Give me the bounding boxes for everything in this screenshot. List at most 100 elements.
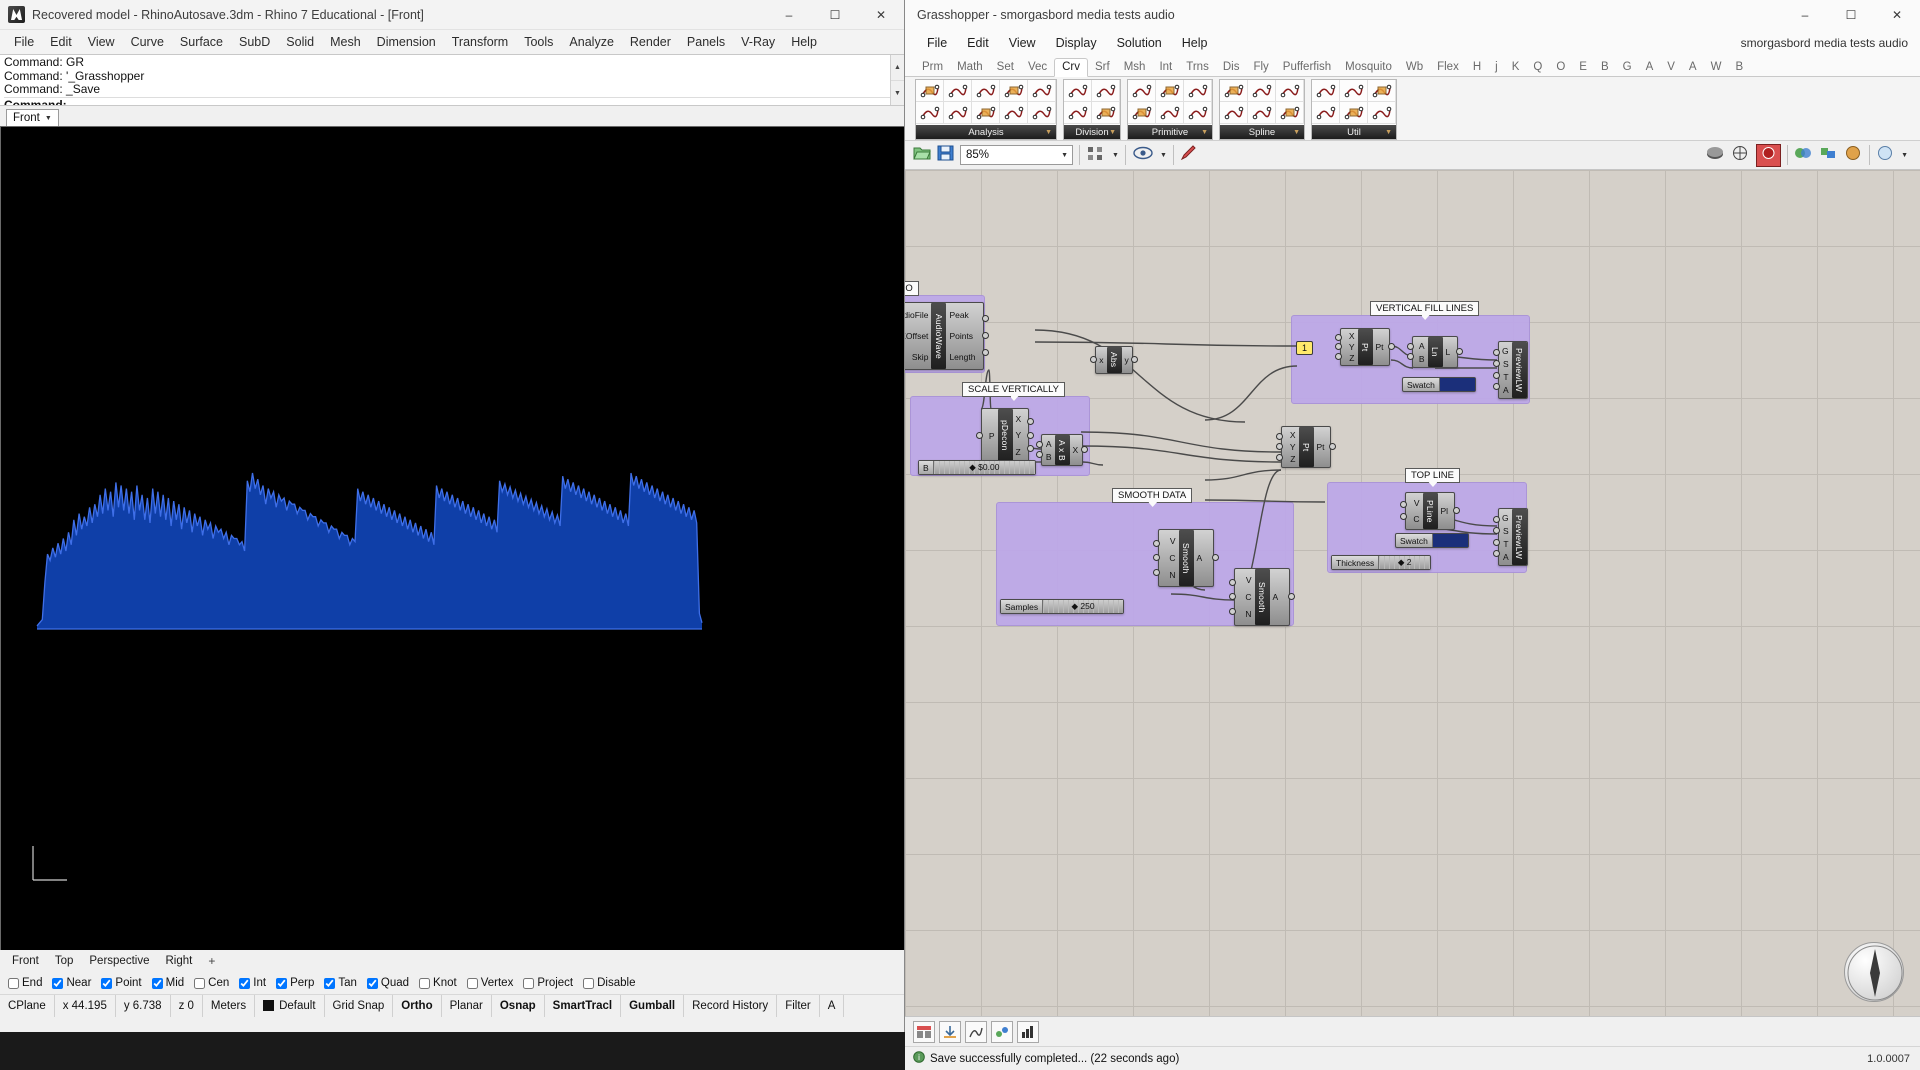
slider-track[interactable]: ◆ $0.00: [934, 461, 1035, 474]
component-button-icon[interactable]: [1128, 80, 1156, 102]
status-grid-snap[interactable]: Grid Snap: [325, 995, 394, 1017]
output-port[interactable]: [1329, 443, 1336, 450]
material-sphere-icon[interactable]: [1844, 145, 1863, 166]
rhino-menu-file[interactable]: File: [6, 33, 42, 51]
integer-parameter[interactable]: 1: [1296, 341, 1313, 355]
component-pline[interactable]: VCPLinePl: [1405, 492, 1455, 530]
colour-swatch-component[interactable]: Swatch: [1395, 533, 1469, 548]
rhino-menu-surface[interactable]: Surface: [172, 33, 231, 51]
gh-tab-j-16[interactable]: j: [1488, 59, 1505, 76]
colour-swatch-component[interactable]: Swatch: [1402, 377, 1476, 392]
status-layer[interactable]: Default: [255, 995, 324, 1017]
osnap-perp[interactable]: Perp: [276, 977, 314, 989]
osnap-vertex-checkbox[interactable]: [467, 978, 478, 989]
gh-tab-wb-13[interactable]: Wb: [1399, 59, 1430, 76]
rhino-minimize-button[interactable]: –: [766, 0, 812, 30]
zoom-level-select[interactable]: 85% ▼: [960, 145, 1073, 165]
gh-tab-trns-8[interactable]: Trns: [1179, 59, 1216, 76]
colour-mode-icon[interactable]: [1794, 145, 1813, 166]
osnap-end-checkbox[interactable]: [8, 978, 19, 989]
gh-tab-set-2[interactable]: Set: [990, 59, 1021, 76]
gh-menu-solution[interactable]: Solution: [1107, 33, 1172, 53]
widgets-icon[interactable]: [1086, 144, 1106, 167]
component-button-icon[interactable]: [972, 80, 1000, 102]
osnap-int-checkbox[interactable]: [239, 978, 250, 989]
viewport-tab-front[interactable]: Front: [4, 953, 47, 969]
gh-canvas[interactable]: IMPORT AUDIOSCALE VERTICALLYSMOOTH DATAV…: [905, 170, 1920, 1016]
component-pt-mid[interactable]: XYZPtPt: [1281, 426, 1331, 468]
gh-tab-srf-5[interactable]: Srf: [1088, 59, 1117, 76]
osnap-mid-checkbox[interactable]: [152, 978, 163, 989]
group-label[interactable]: TOP LINE: [1405, 468, 1460, 483]
gh-menu-display[interactable]: Display: [1046, 33, 1107, 53]
gh-tab-b-21[interactable]: B: [1594, 59, 1616, 76]
gh-tab-flex-14[interactable]: Flex: [1430, 59, 1466, 76]
shaded-preview-icon[interactable]: [1706, 145, 1725, 166]
component-button-icon[interactable]: [1028, 80, 1056, 102]
input-port[interactable]: [1090, 356, 1097, 363]
gh-tab-dis-9[interactable]: Dis: [1216, 59, 1247, 76]
rhino-menu-solid[interactable]: Solid: [278, 33, 322, 51]
preview-mesh-icon[interactable]: [1819, 145, 1838, 166]
open-file-icon[interactable]: [913, 145, 931, 166]
output-port[interactable]: [982, 332, 989, 339]
expand-arrow-icon[interactable]: ▼: [1201, 129, 1208, 136]
output-port[interactable]: [1388, 343, 1395, 350]
component-button-icon[interactable]: [944, 102, 972, 124]
status-ortho[interactable]: Ortho: [393, 995, 441, 1017]
component-a-x-b[interactable]: ABA x BX: [1041, 434, 1083, 466]
command-prompt[interactable]: Command:: [4, 97, 900, 107]
osnap-disable-checkbox[interactable]: [583, 978, 594, 989]
rhino-menu-subd[interactable]: SubD: [231, 33, 278, 51]
chevron-down-icon[interactable]: ▼: [45, 115, 52, 122]
component-ln[interactable]: ABLnL: [1412, 336, 1458, 368]
input-port[interactable]: [1493, 516, 1500, 523]
component-button-icon[interactable]: [1000, 80, 1028, 102]
rhino-viewport[interactable]: z x: [0, 126, 904, 950]
display-settings-icon[interactable]: [1876, 145, 1895, 166]
input-port[interactable]: [1229, 579, 1236, 586]
output-port[interactable]: [1027, 432, 1034, 439]
input-port[interactable]: [1335, 353, 1342, 360]
component-button-icon[interactable]: [1028, 102, 1056, 124]
component-button-icon[interactable]: [1064, 102, 1092, 124]
component-button-icon[interactable]: [1128, 102, 1156, 124]
gh-menu-file[interactable]: File: [917, 33, 957, 53]
gh-tab-mosquito-12[interactable]: Mosquito: [1338, 59, 1399, 76]
gh-menu-help[interactable]: Help: [1172, 33, 1218, 53]
osnap-mid[interactable]: Mid: [152, 977, 185, 989]
gh-close-button[interactable]: ✕: [1874, 0, 1920, 30]
input-port[interactable]: [1153, 554, 1160, 561]
component-button-icon[interactable]: [1340, 102, 1368, 124]
chevron-down-icon[interactable]: ▼: [1061, 152, 1068, 159]
component-button-icon[interactable]: [1184, 102, 1212, 124]
rhino-menu-help[interactable]: Help: [783, 33, 825, 51]
status-osnap[interactable]: Osnap: [492, 995, 545, 1017]
gh-tab-crv-4[interactable]: Crv: [1054, 58, 1088, 77]
wireframe-preview-icon[interactable]: [1731, 145, 1750, 166]
status-record-history[interactable]: Record History: [684, 995, 777, 1017]
input-port[interactable]: [1229, 593, 1236, 600]
gh-tab-fly-10[interactable]: Fly: [1246, 59, 1275, 76]
gh-minimize-button[interactable]: –: [1782, 0, 1828, 30]
rhino-menu-edit[interactable]: Edit: [42, 33, 80, 51]
slider-track[interactable]: ◆ 2: [1379, 556, 1430, 569]
input-port[interactable]: [976, 432, 983, 439]
gh-tab-a-25[interactable]: A: [1682, 59, 1704, 76]
osnap-quad-checkbox[interactable]: [367, 978, 378, 989]
osnap-vertex[interactable]: Vertex: [467, 977, 514, 989]
component-button-icon[interactable]: [1312, 102, 1340, 124]
status-cplane[interactable]: CPlane: [0, 995, 55, 1017]
component-button-icon[interactable]: [1156, 80, 1184, 102]
component-abs2[interactable]: xAbsy: [1095, 346, 1133, 374]
component-smooth-2[interactable]: VCNSmoothA: [1234, 568, 1290, 626]
input-port[interactable]: [1335, 334, 1342, 341]
canvas-compass-widget[interactable]: [1844, 942, 1904, 1002]
component-button-icon[interactable]: [916, 80, 944, 102]
component-audiowave[interactable]: AudioFileXOffsetSkipAudioWavePeakPointsL…: [905, 302, 984, 370]
osnap-perp-checkbox[interactable]: [276, 978, 287, 989]
input-port[interactable]: [1229, 608, 1236, 615]
gh-menu-view[interactable]: View: [999, 33, 1046, 53]
output-port[interactable]: [1456, 348, 1463, 355]
preview-eye-icon[interactable]: [1132, 145, 1154, 166]
